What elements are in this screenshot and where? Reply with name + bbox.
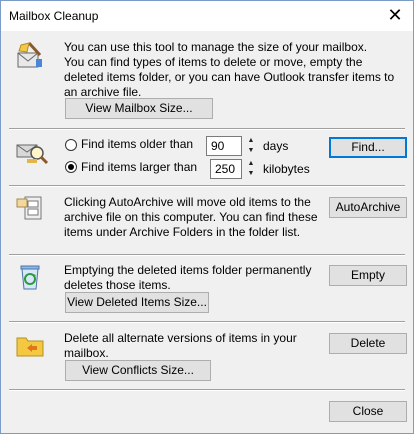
empty-button[interactable]: Empty xyxy=(329,265,407,286)
broom-mailbox-icon xyxy=(15,41,45,74)
title-bar: Mailbox Cleanup ✕ xyxy=(1,1,413,31)
separator xyxy=(9,321,405,323)
older-than-spinner[interactable]: ▲ ▼ xyxy=(244,136,258,156)
mailbox-tool-description: You can find types of items to delete or… xyxy=(64,55,395,99)
view-conflicts-size-button[interactable]: View Conflicts Size... xyxy=(65,360,211,381)
conflicts-description: Delete all alternate versions of items i… xyxy=(64,331,297,360)
older-than-unit: days xyxy=(263,139,289,153)
mailbox-cleanup-dialog: Mailbox Cleanup ✕ You can use this tool … xyxy=(0,0,414,434)
separator xyxy=(9,389,405,391)
autoarchive-description: Clicking AutoArchive will move old items… xyxy=(64,195,318,239)
spin-down-icon[interactable]: ▼ xyxy=(244,169,258,179)
larger-than-spinner[interactable]: ▲ ▼ xyxy=(244,159,258,179)
older-than-label[interactable]: Find items older than xyxy=(81,137,193,152)
spin-up-icon[interactable]: ▲ xyxy=(244,159,258,169)
mailbox-tool-intro: You can use this tool to manage the size… xyxy=(64,40,368,54)
larger-than-label[interactable]: Find items larger than xyxy=(81,160,197,175)
close-button[interactable]: Close xyxy=(329,401,407,422)
larger-than-radio[interactable] xyxy=(65,161,77,173)
find-button[interactable]: Find... xyxy=(329,137,407,158)
spin-down-icon[interactable]: ▼ xyxy=(244,146,258,156)
close-icon[interactable]: ✕ xyxy=(385,5,405,25)
window-title: Mailbox Cleanup xyxy=(9,9,99,23)
deleted-items-description: Emptying the deleted items folder perman… xyxy=(64,263,312,292)
delete-conflicts-button[interactable]: Delete xyxy=(329,333,407,354)
file-cabinet-icon xyxy=(15,193,45,226)
recycle-bin-icon xyxy=(17,263,43,294)
larger-than-unit: kilobytes xyxy=(263,162,310,176)
separator xyxy=(9,128,405,130)
folder-arrows-icon xyxy=(15,332,47,363)
older-than-radio[interactable] xyxy=(65,139,77,151)
spin-up-icon[interactable]: ▲ xyxy=(244,136,258,146)
view-deleted-items-size-button[interactable]: View Deleted Items Size... xyxy=(65,292,209,313)
larger-than-kb-input[interactable] xyxy=(210,159,242,179)
older-than-days-input[interactable] xyxy=(206,136,242,156)
magnifier-envelope-icon xyxy=(15,139,49,170)
autoarchive-button[interactable]: AutoArchive xyxy=(329,197,407,218)
separator xyxy=(9,254,405,256)
separator xyxy=(9,185,405,187)
view-mailbox-size-button[interactable]: View Mailbox Size... xyxy=(65,98,213,119)
